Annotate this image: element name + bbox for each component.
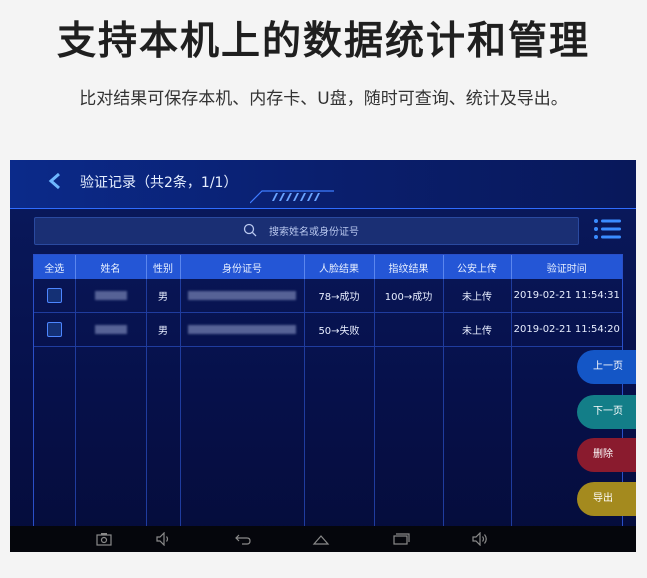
gender-cell: 男 bbox=[146, 312, 181, 347]
delete-button[interactable]: 删除 bbox=[577, 438, 636, 472]
records-table: 全选 姓名 性别 身份证号 人脸结果 指纹结果 公安上传 验证时间 男 78→成… bbox=[33, 254, 623, 535]
volume-down-icon[interactable] bbox=[156, 532, 172, 546]
table-header-row: 全选 姓名 性别 身份证号 人脸结果 指纹结果 公安上传 验证时间 bbox=[34, 255, 622, 279]
fingerprint-result-cell bbox=[374, 312, 444, 347]
search-input[interactable] bbox=[267, 221, 551, 243]
upload-status-cell: 未上传 bbox=[443, 312, 512, 347]
search-bar[interactable] bbox=[34, 217, 579, 245]
back-icon[interactable] bbox=[234, 532, 252, 546]
face-result-cell: 50→失败 bbox=[304, 312, 375, 347]
column-gender: 性别 bbox=[146, 255, 181, 279]
name-redacted bbox=[94, 290, 127, 300]
menu-icon[interactable] bbox=[593, 217, 623, 243]
page-subheadline: 比对结果可保存本机、内存卡、U盘，随时可查询、统计及导出。 bbox=[79, 89, 568, 109]
column-face-result: 人脸结果 bbox=[304, 255, 375, 279]
recent-apps-icon[interactable] bbox=[392, 532, 410, 546]
back-arrow-icon[interactable] bbox=[48, 172, 66, 194]
column-police-upload: 公安上传 bbox=[443, 255, 512, 279]
verify-time-cell: 2019-02-21 11:54:31 bbox=[511, 279, 622, 313]
table-row[interactable]: 男 50→失败 未上传 2019-02-21 11:54:20 bbox=[34, 312, 622, 347]
search-icon bbox=[243, 223, 257, 237]
page-headline: 支持本机上的数据统计和管理 bbox=[56, 19, 590, 64]
home-icon[interactable] bbox=[312, 532, 330, 546]
prev-page-button[interactable]: 上一页 bbox=[577, 350, 636, 384]
verify-time-cell: 2019-02-21 11:54:20 bbox=[511, 312, 622, 347]
row-checkbox[interactable] bbox=[46, 288, 62, 303]
export-button[interactable]: 导出 bbox=[577, 482, 636, 516]
empty-table-area bbox=[34, 346, 622, 535]
column-verify-time: 验证时间 bbox=[511, 255, 622, 279]
column-name: 姓名 bbox=[75, 255, 147, 279]
top-bar: 验证记录（共2条，1/1） bbox=[10, 160, 636, 209]
fingerprint-result-cell: 100→成功 bbox=[374, 279, 444, 313]
upload-status-cell: 未上传 bbox=[443, 279, 512, 313]
table-row[interactable]: 男 78→成功 100→成功 未上传 2019-02-21 11:54:31 bbox=[34, 279, 622, 313]
id-number-redacted bbox=[188, 290, 296, 300]
face-result-cell: 78→成功 bbox=[304, 279, 375, 313]
next-page-button[interactable]: 下一页 bbox=[577, 395, 636, 429]
volume-up-icon[interactable] bbox=[472, 532, 490, 546]
device-screen: 验证记录（共2条，1/1） 搜索姓名或身份证号 全选 姓名 性别 身份证号 人脸… bbox=[10, 160, 636, 552]
select-all-header[interactable]: 全选 bbox=[34, 255, 76, 279]
decor-stripes bbox=[250, 190, 334, 204]
gender-cell: 男 bbox=[146, 279, 181, 313]
android-nav-bar bbox=[10, 526, 636, 552]
page-title: 验证记录（共2条，1/1） bbox=[80, 175, 238, 191]
id-number-redacted bbox=[188, 324, 296, 334]
row-checkbox[interactable] bbox=[46, 322, 62, 337]
column-fingerprint-result: 指纹结果 bbox=[374, 255, 444, 279]
name-redacted bbox=[94, 324, 127, 334]
camera-icon[interactable] bbox=[96, 532, 112, 546]
column-id-number: 身份证号 bbox=[180, 255, 305, 279]
